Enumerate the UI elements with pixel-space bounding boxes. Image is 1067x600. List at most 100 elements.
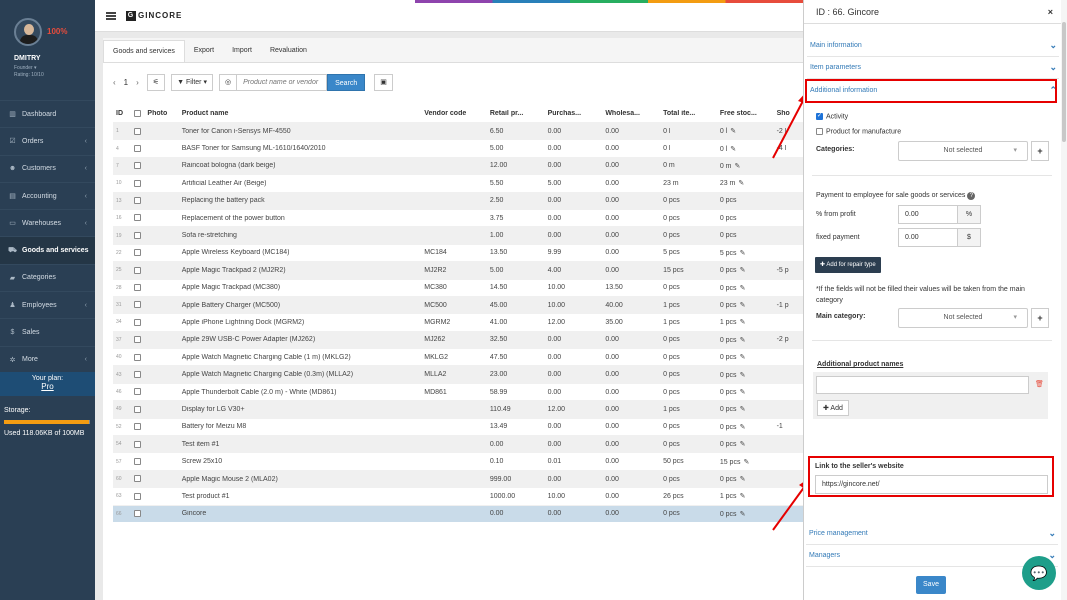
table-row[interactable]: 13 Replacing the battery pack 2.50 0.00 0.00… (113, 191, 803, 209)
search-button[interactable]: Search (327, 73, 366, 91)
table-row[interactable]: 37 Apple 29W USB-C Power Adapter (MJ262) M… (113, 330, 803, 349)
row-checkbox[interactable] (131, 231, 145, 239)
table-row[interactable]: 4 BASF Toner for Samsung ML-1610/1640/201… (113, 139, 803, 156)
drawer-scrollbar[interactable] (1061, 0, 1067, 600)
table-row[interactable]: 22 Apple Wireless Keyboard (MC184) MC184 13… (113, 243, 803, 261)
sidebar-item-goods-and-services[interactable]: ⛟ Goods and services (0, 236, 95, 264)
row-checkbox[interactable] (131, 197, 145, 205)
table-row[interactable]: 25 Apple Magic Trackpad 2 (MJ2R2) MJ2R2 5.0… (113, 261, 803, 279)
table-row[interactable]: 66 Gincore 0.00 0.00 0.00 0 pcs 0 pcs ✎ (113, 504, 803, 522)
row-checkbox[interactable] (131, 370, 145, 378)
add-main-category-button[interactable]: + (1031, 308, 1049, 328)
row-checkbox[interactable] (131, 510, 145, 518)
trash-icon[interactable]: 🗑 (1035, 380, 1044, 388)
row-checkbox[interactable] (131, 249, 145, 257)
logo[interactable]: G GINCORE (126, 11, 182, 21)
plan-name[interactable]: Pro (0, 382, 95, 391)
edit-pencil-icon[interactable]: ✎ (740, 511, 746, 518)
row-checkbox[interactable] (131, 144, 145, 152)
table-row[interactable]: 19 Sofa re-stretching 1.00 0.00 0.00 0 pcs 0 p… (113, 226, 803, 244)
col-photo[interactable]: Photo (144, 110, 178, 117)
edit-pencil-icon[interactable]: ✎ (740, 424, 746, 431)
row-checkbox[interactable] (131, 388, 145, 396)
table-row[interactable]: 7 Raincoat bologna (dark beige) 12.00 0.00 0… (113, 156, 803, 175)
user-name[interactable]: DMITRY (14, 55, 41, 62)
add-category-button[interactable]: + (1031, 141, 1049, 161)
edit-pencil-icon[interactable]: ✎ (740, 250, 746, 257)
edit-pencil-icon[interactable]: ✎ (740, 354, 746, 361)
table-row[interactable]: 60 Apple Magic Mouse 2 (MLA02) 999.00 0.00 0… (113, 469, 803, 488)
table-row[interactable]: 28 Apple Magic Trackpad (MC380) MC380 14.50… (113, 278, 803, 296)
edit-pencil-icon[interactable]: ✎ (740, 267, 746, 274)
table-row[interactable]: 31 Apple Battery Charger (MC500) MC500 45.0… (113, 295, 803, 314)
row-checkbox[interactable] (131, 127, 145, 135)
section-item-parameters[interactable]: Item parameters ⌄ (807, 57, 1059, 79)
table-row[interactable]: 1 Toner for Canon i-Sensys MF-4550 6.50 0.0… (113, 122, 803, 140)
main-category-select[interactable]: Not selected ▾ (898, 308, 1028, 328)
section-managers[interactable]: Managers ⌄ (806, 545, 1058, 567)
edit-pencil-icon[interactable]: ✎ (740, 389, 746, 396)
save-button[interactable]: Save (916, 576, 946, 594)
col-purchase-price[interactable]: Purchas... (545, 110, 603, 117)
table-row[interactable]: 43 Apple Watch Magnetic Charging Cable (0… (113, 365, 803, 383)
tab-import[interactable]: Import (223, 40, 261, 62)
table-row[interactable]: 57 Screw 25x10 0.10 0.01 0.00 50 pcs 15 pcs ✎ (113, 452, 803, 469)
table-row[interactable]: 52 Battery for Meizu M8 13.49 0.00 0.00 0 pcs… (113, 417, 803, 435)
settings-sliders-icon[interactable]: ⚟ (146, 73, 166, 91)
search-input[interactable] (237, 73, 328, 91)
next-page-button[interactable]: › (136, 78, 139, 87)
table-row[interactable]: 40 Apple Watch Magnetic Charging Cable (1… (113, 348, 803, 365)
edit-pencil-icon[interactable]: ✎ (730, 146, 736, 153)
barcode-icon[interactable]: ▣ (374, 73, 393, 91)
row-checkbox[interactable] (131, 475, 145, 483)
table-row[interactable]: 34 Apple iPhone Lightning Dock (MGRM2) MGR… (113, 313, 803, 330)
tab-goods-and-services[interactable]: Goods and services (103, 40, 185, 62)
table-row[interactable]: 16 Replacement of the power button 3.75 0.0… (113, 208, 803, 226)
row-checkbox[interactable] (131, 336, 145, 344)
edit-pencil-icon[interactable]: ✎ (740, 302, 746, 309)
row-checkbox[interactable] (131, 423, 145, 431)
edit-pencil-icon[interactable]: ✎ (740, 476, 746, 483)
row-checkbox[interactable] (131, 440, 145, 448)
table-row[interactable]: 49 Display for LG V30+ 110.49 12.00 0.00 1 pc… (113, 400, 803, 418)
select-all-checkbox[interactable] (131, 109, 145, 117)
row-checkbox[interactable] (131, 284, 145, 292)
edit-pencil-icon[interactable]: ✎ (743, 459, 749, 466)
sidebar-item-accounting[interactable]: ▤ Accounting ‹ (0, 181, 95, 209)
tab-export[interactable]: Export (185, 40, 223, 62)
help-icon[interactable]: ? (967, 192, 976, 200)
edit-pencil-icon[interactable]: ✎ (740, 406, 746, 413)
col-free-stock[interactable]: Free stoc... (717, 110, 774, 117)
close-icon[interactable]: × (1048, 0, 1053, 24)
row-checkbox[interactable] (131, 266, 145, 274)
sidebar-item-categories[interactable]: ▰ Categories (0, 263, 95, 291)
section-main-information[interactable]: Main information ⌄ (807, 35, 1059, 57)
user-avatar[interactable] (14, 18, 42, 46)
edit-pencil-icon[interactable]: ✎ (740, 319, 746, 326)
section-price-management[interactable]: Price management ⌄ (806, 523, 1058, 545)
sidebar-item-sales[interactable]: $ Sales (0, 318, 95, 345)
plan-badge[interactable]: Your plan: Pro (0, 372, 95, 396)
table-row[interactable]: 10 Artificial Leather Air (Beige) 5.50 5.00… (113, 174, 803, 191)
sidebar-item-orders[interactable]: ☑ Orders ‹ (0, 127, 95, 154)
row-checkbox[interactable] (131, 301, 145, 309)
table-row[interactable]: 46 Apple Thunderbolt Cable (2.0 m) - Whit… (113, 382, 803, 400)
add-for-repair-type-button[interactable]: ✚ Add for repair type (815, 257, 881, 273)
scrollbar-thumb[interactable] (1062, 22, 1066, 142)
tab-revaluation[interactable]: Revaluation (261, 40, 316, 62)
col-total-items[interactable]: Total ite... (660, 110, 717, 117)
additional-name-input[interactable] (816, 376, 1029, 394)
fixed-payment-input[interactable]: 0.00 (898, 228, 958, 247)
table-row[interactable]: 63 Test product #1 1000.00 10.00 0.00 26 pcs 1… (113, 487, 803, 504)
activity-checkbox[interactable]: Activity (816, 112, 848, 120)
row-checkbox[interactable] (131, 405, 145, 413)
edit-pencil-icon[interactable]: ✎ (740, 337, 746, 344)
sidebar-item-employees[interactable]: ♟ Employees ‹ (0, 291, 95, 318)
col-product-name[interactable]: Product name (179, 110, 422, 117)
edit-pencil-icon[interactable]: ✎ (730, 128, 736, 135)
table-row[interactable]: 54 Test item #1 0.00 0.00 0.00 0 pcs 0 pcs ✎ (113, 435, 803, 453)
edit-pencil-icon[interactable]: ✎ (740, 493, 746, 500)
row-checkbox[interactable] (131, 214, 145, 222)
hamburger-menu-icon[interactable] (106, 12, 116, 20)
row-checkbox[interactable] (131, 179, 145, 187)
